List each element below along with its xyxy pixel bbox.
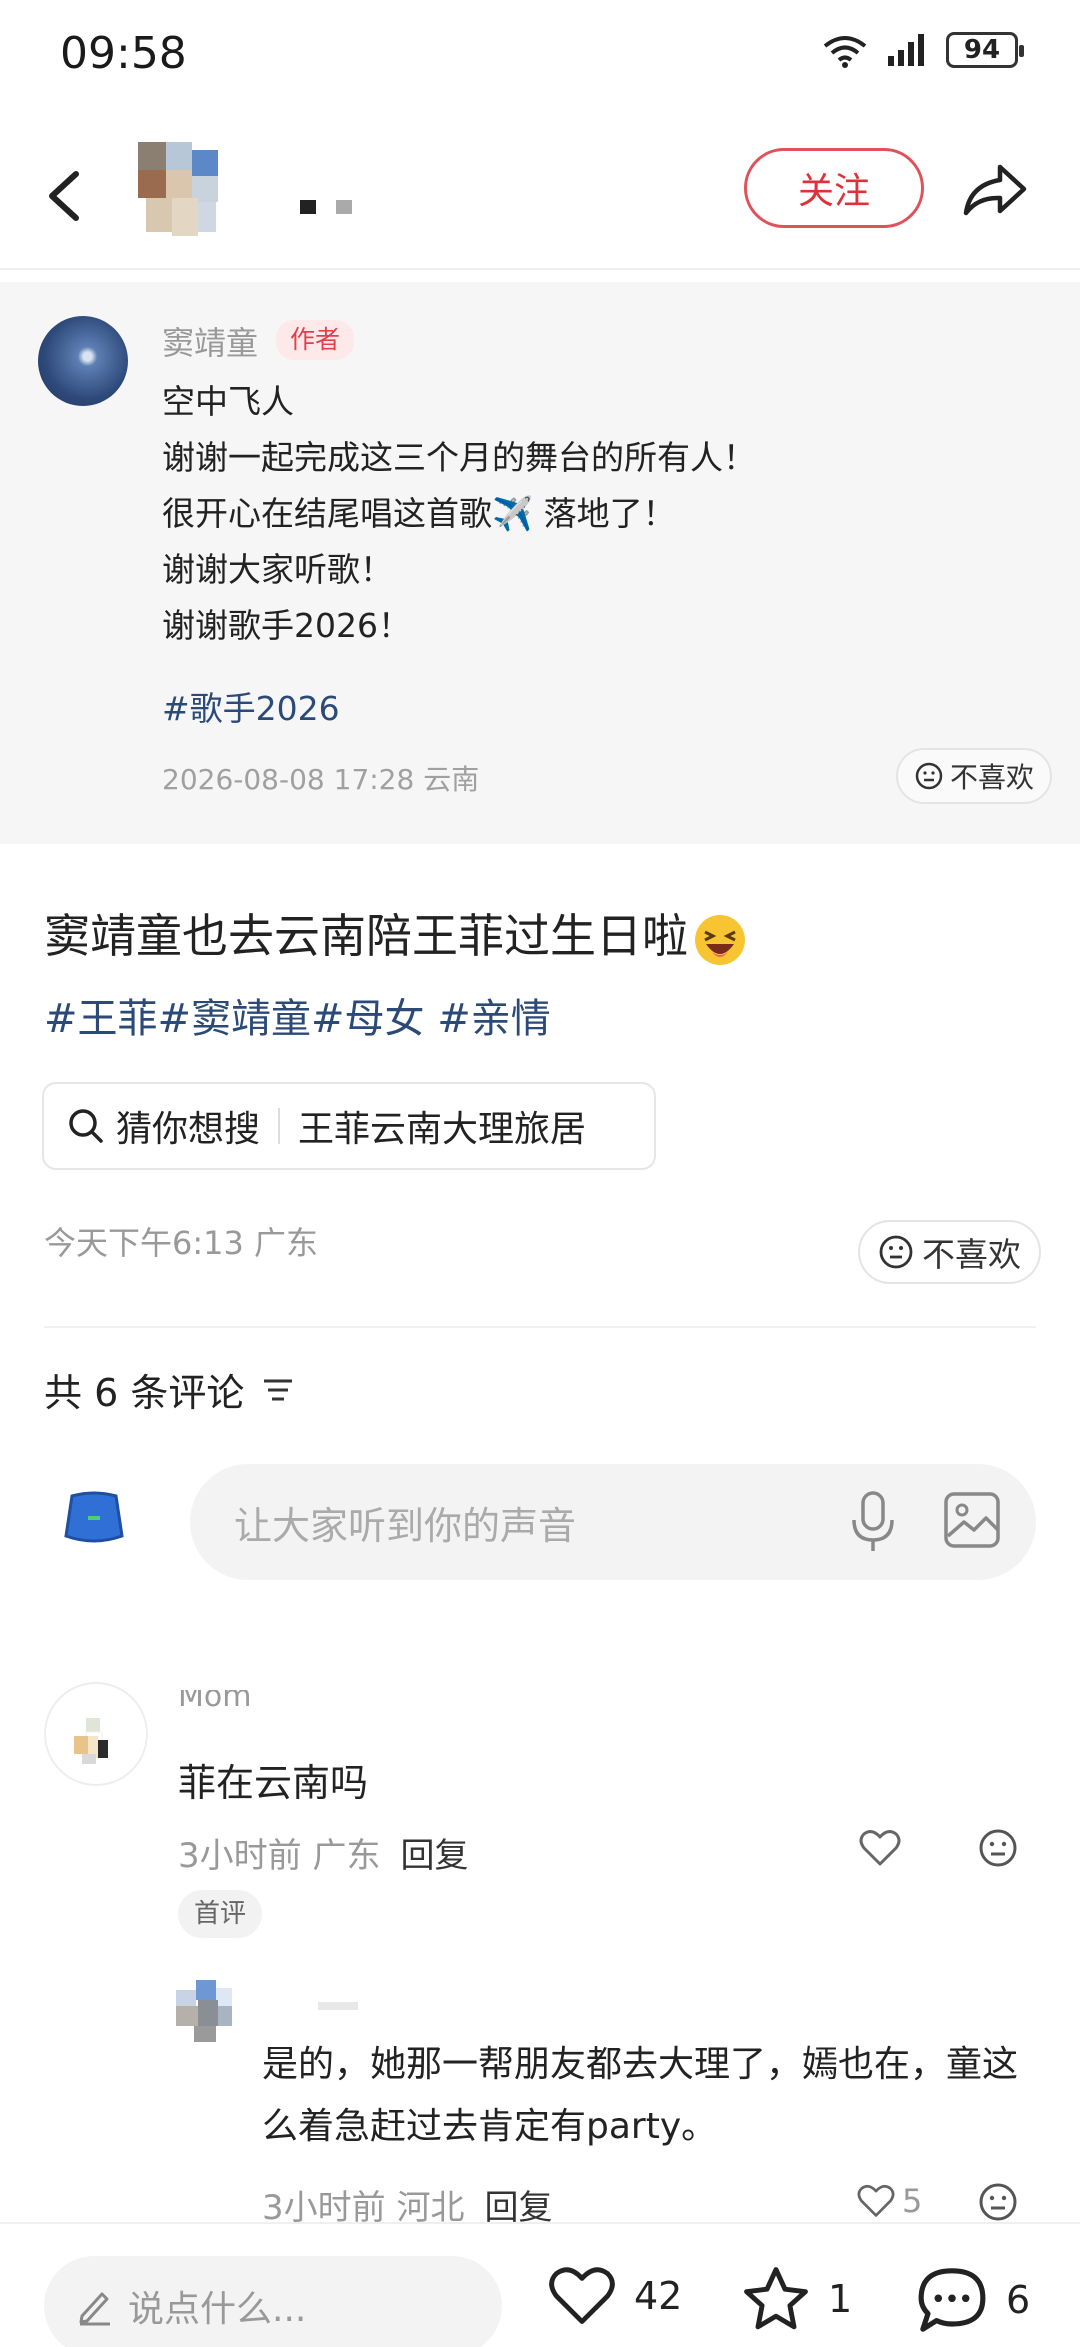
post-meta: 今天下午6:13 广东 bbox=[44, 1224, 319, 1262]
share-icon bbox=[963, 164, 1027, 216]
comment-count: 6 bbox=[1006, 2278, 1031, 2322]
reply-button[interactable]: 回复 bbox=[400, 1836, 468, 1876]
status-time: 09:58 bbox=[60, 28, 187, 79]
commenter-name[interactable]: Mom bbox=[178, 1690, 251, 1712]
back-button[interactable] bbox=[34, 160, 94, 232]
comment-icon bbox=[918, 2268, 986, 2332]
heart-icon bbox=[549, 2267, 615, 2324]
comment-button[interactable]: 6 bbox=[914, 2264, 1030, 2336]
quoted-post-line: 空中飞人 bbox=[162, 382, 294, 421]
star-icon bbox=[744, 2267, 808, 2330]
post-title-text: 窦靖童也去云南陪王菲过生日啦 bbox=[44, 909, 688, 963]
replier-name-pixelated[interactable] bbox=[318, 2002, 358, 2010]
suggested-search-chip[interactable]: 猜你想搜 王菲云南大理旅居 bbox=[42, 1082, 656, 1170]
quoted-dislike-button[interactable]: 不喜欢 bbox=[896, 748, 1053, 804]
quoted-author-post[interactable]: 窦靖童 作者 空中飞人 谢谢一起完成这三个月的舞台的所有人！ 很开心在结尾唱这首… bbox=[0, 282, 1080, 844]
pencil-icon bbox=[79, 2292, 110, 2326]
dislike-label: 不喜欢 bbox=[922, 1235, 1021, 1274]
heart-icon[interactable] bbox=[858, 1828, 902, 1868]
bottom-action-bar: 说点什么... 42 1 6 bbox=[0, 2222, 1080, 2347]
post-dislike-button[interactable]: 不喜欢 bbox=[858, 1220, 1041, 1284]
author-name-pixelated[interactable] bbox=[300, 194, 360, 214]
my-avatar[interactable] bbox=[58, 1490, 130, 1552]
like-count: 42 bbox=[634, 2274, 683, 2318]
search-chip-label: 猜你想搜 bbox=[116, 1109, 261, 1150]
divider bbox=[44, 1326, 1036, 1328]
comment-time-location: 3小时前 广东 bbox=[178, 1836, 381, 1876]
post-title: 窦靖童也去云南陪王菲过生日啦 bbox=[44, 900, 748, 968]
favorite-button[interactable]: 1 bbox=[740, 2264, 852, 2334]
search-chip-query: 王菲云南大理旅居 bbox=[298, 1109, 587, 1150]
face-icon[interactable] bbox=[978, 2182, 1018, 2222]
author-badge: 作者 bbox=[276, 320, 355, 360]
search-chip-divider bbox=[278, 1108, 281, 1144]
heart-icon bbox=[857, 2184, 895, 2217]
quoted-post-line: 谢谢歌手2026！ bbox=[162, 606, 411, 645]
first-comment-badge: 首评 bbox=[178, 1890, 263, 1938]
share-button[interactable] bbox=[960, 154, 1030, 224]
wifi-icon bbox=[823, 36, 867, 68]
reply-text: 是的，她那一帮朋友都去大理了，嫣也在，童这么着急赶过去肯定有party。 bbox=[262, 2044, 1019, 2147]
search-icon bbox=[69, 1109, 103, 1143]
face-icon bbox=[879, 1235, 913, 1269]
sort-icon[interactable] bbox=[260, 1375, 296, 1405]
bottom-input-placeholder: 说点什么... bbox=[128, 2289, 307, 2330]
like-button[interactable]: 42 bbox=[546, 2264, 682, 2328]
comment-input[interactable]: 让大家听到你的声音 bbox=[190, 1464, 1036, 1580]
back-icon bbox=[49, 171, 79, 221]
follow-button[interactable]: 关注 bbox=[744, 148, 924, 228]
status-icons: 94 bbox=[820, 30, 1024, 70]
quoted-author-avatar[interactable] bbox=[38, 316, 128, 406]
image-icon[interactable] bbox=[942, 1490, 1002, 1550]
favorite-count: 1 bbox=[828, 2277, 853, 2321]
signal-icon bbox=[888, 34, 924, 66]
comment-meta: 3小时前 广东 回复 bbox=[178, 1828, 468, 1877]
quoted-post-meta: 2026-08-08 17:28 云南 bbox=[162, 763, 480, 796]
commenter-avatar[interactable] bbox=[44, 1682, 148, 1786]
battery-indicator: 94 bbox=[946, 32, 1024, 68]
quoted-post-line: 很开心在结尾唱这首歌✈️ 落地了！ bbox=[162, 494, 676, 533]
mic-icon[interactable] bbox=[848, 1490, 898, 1554]
replier-avatar[interactable] bbox=[176, 1972, 248, 2044]
face-icon bbox=[915, 762, 943, 790]
face-icon[interactable] bbox=[978, 1828, 1018, 1868]
status-bar: 09:58 94 bbox=[0, 0, 1080, 120]
top-nav: 关注 bbox=[0, 120, 1080, 270]
bottom-comment-input[interactable]: 说点什么... bbox=[44, 2256, 502, 2347]
author-avatar[interactable] bbox=[120, 136, 232, 248]
laughing-emoji-icon bbox=[695, 914, 745, 965]
reply-like-count: 5 bbox=[902, 2182, 923, 2220]
quoted-hashtag[interactable]: #歌手2026 bbox=[162, 682, 340, 730]
post-hashtags[interactable]: #王菲#窦靖童#母女 #亲情 bbox=[44, 986, 551, 1044]
quoted-author-name[interactable]: 窦靖童 bbox=[162, 318, 258, 364]
quoted-post-line: 谢谢大家听歌！ bbox=[162, 550, 393, 589]
comment-count-label: 共 6 条评论 bbox=[44, 1371, 245, 1415]
comment-text: 菲在云南吗 bbox=[178, 1761, 369, 1805]
dislike-label: 不喜欢 bbox=[950, 761, 1035, 794]
comment-count-header: 共 6 条评论 bbox=[44, 1362, 296, 1417]
quoted-post-line: 谢谢一起完成这三个月的舞台的所有人！ bbox=[162, 438, 756, 477]
reply-like-button[interactable]: 5 bbox=[856, 2182, 922, 2220]
quoted-post-body: 空中飞人 谢谢一起完成这三个月的舞台的所有人！ 很开心在结尾唱这首歌✈️ 落地了… bbox=[162, 374, 1042, 654]
